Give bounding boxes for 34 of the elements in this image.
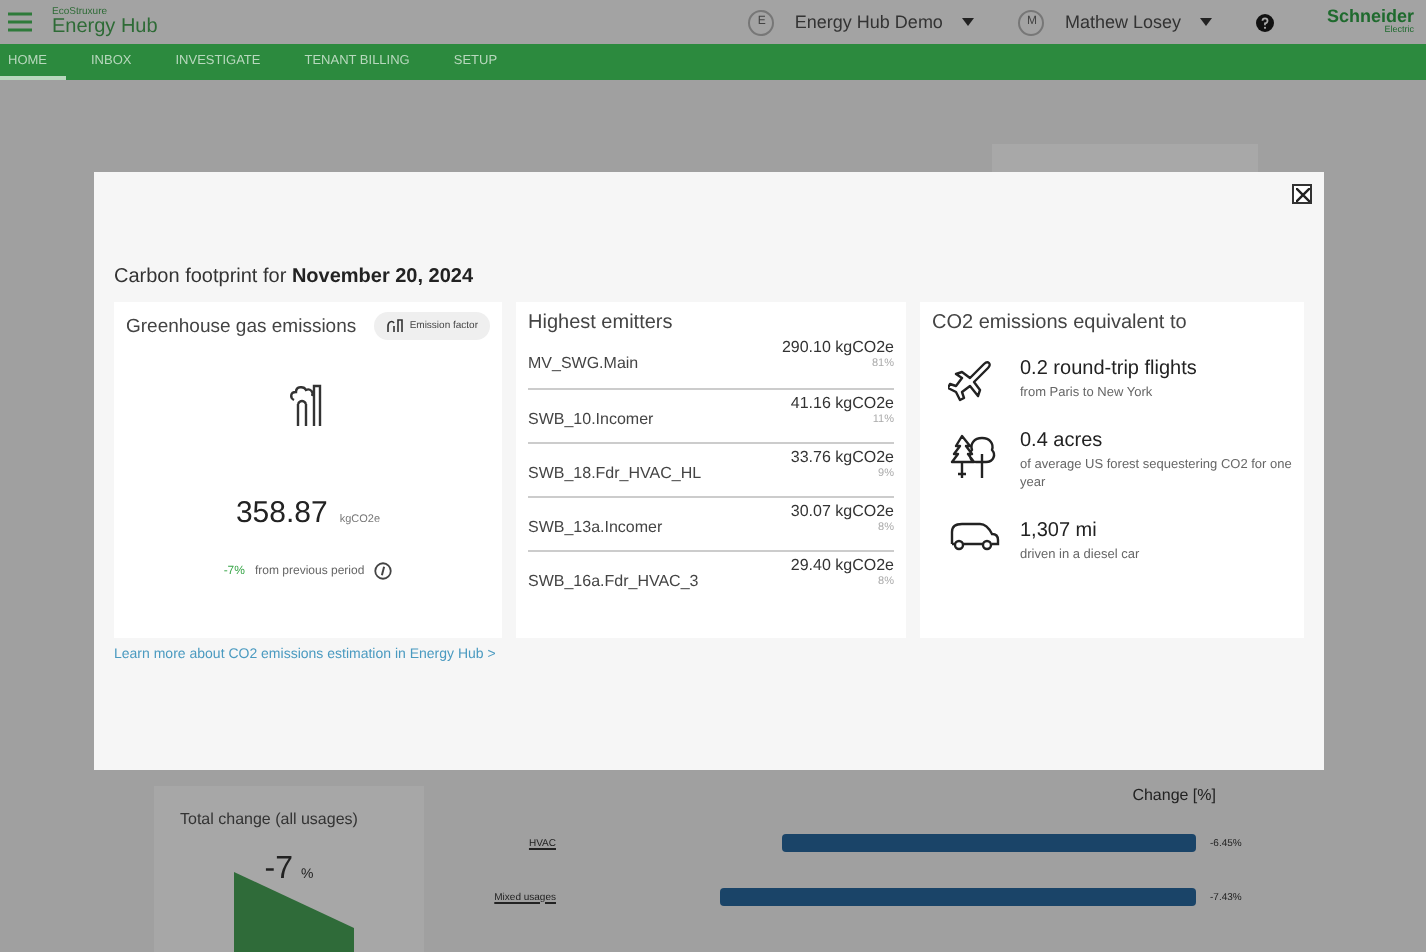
equivalent-value: 0.2 round-trip flights (1020, 358, 1197, 380)
equivalent-value: 1,307 mi (1020, 520, 1099, 543)
emitter-name: SWB_18.Fdr_HVAC_HL (528, 464, 702, 482)
chart-title: Change [%] (1132, 786, 1216, 804)
emission-value: 41.16 kgCO2e (790, 394, 894, 414)
caret-icon[interactable] (962, 18, 975, 26)
close-icon (1295, 187, 1309, 201)
factory-icon (385, 318, 404, 334)
card-title: Total change (all usages) (180, 810, 358, 828)
card-title: CO2 emissions equivalent to (932, 312, 1189, 334)
emission-value: 33.76 kgCO2e (790, 448, 894, 468)
user-menu[interactable]: Mathew Losey (1064, 12, 1181, 32)
emission-value: 290.10 kgCO2e (781, 338, 894, 358)
help-icon[interactable] (1256, 13, 1275, 31)
modal-title: Carbon footprint for November 20, 2024 (114, 266, 476, 292)
caret-icon[interactable] (1200, 18, 1213, 26)
close-button[interactable] (1292, 184, 1312, 204)
change-value: -7 (264, 852, 293, 888)
trees-icon (948, 430, 1000, 483)
equivalent-value: 0.4 acres (1020, 430, 1105, 453)
site-selector[interactable]: Energy Hub Demo (794, 12, 943, 32)
logo-text: Schneider (1326, 8, 1414, 27)
emissions-value: 358.87 (235, 496, 328, 530)
emitter-name: MV_SWG.Main (528, 354, 639, 372)
emission-value: 29.40 kgCO2e (790, 556, 894, 576)
card-title: Greenhouse gas emissions (126, 315, 357, 337)
emission-value: 30.07 kgCO2e (790, 502, 894, 522)
emitter-name: SWB_16a.Fdr_HVAC_3 (528, 572, 699, 590)
emitter-name: SWB_13a.Incomer (528, 518, 663, 536)
car-icon (948, 520, 1000, 553)
card-title: Highest emitters (528, 312, 675, 334)
info-icon[interactable] (374, 562, 393, 580)
app-name: Energy Hub (52, 17, 158, 37)
emitter-name: SWB_10.Incomer (528, 410, 654, 428)
